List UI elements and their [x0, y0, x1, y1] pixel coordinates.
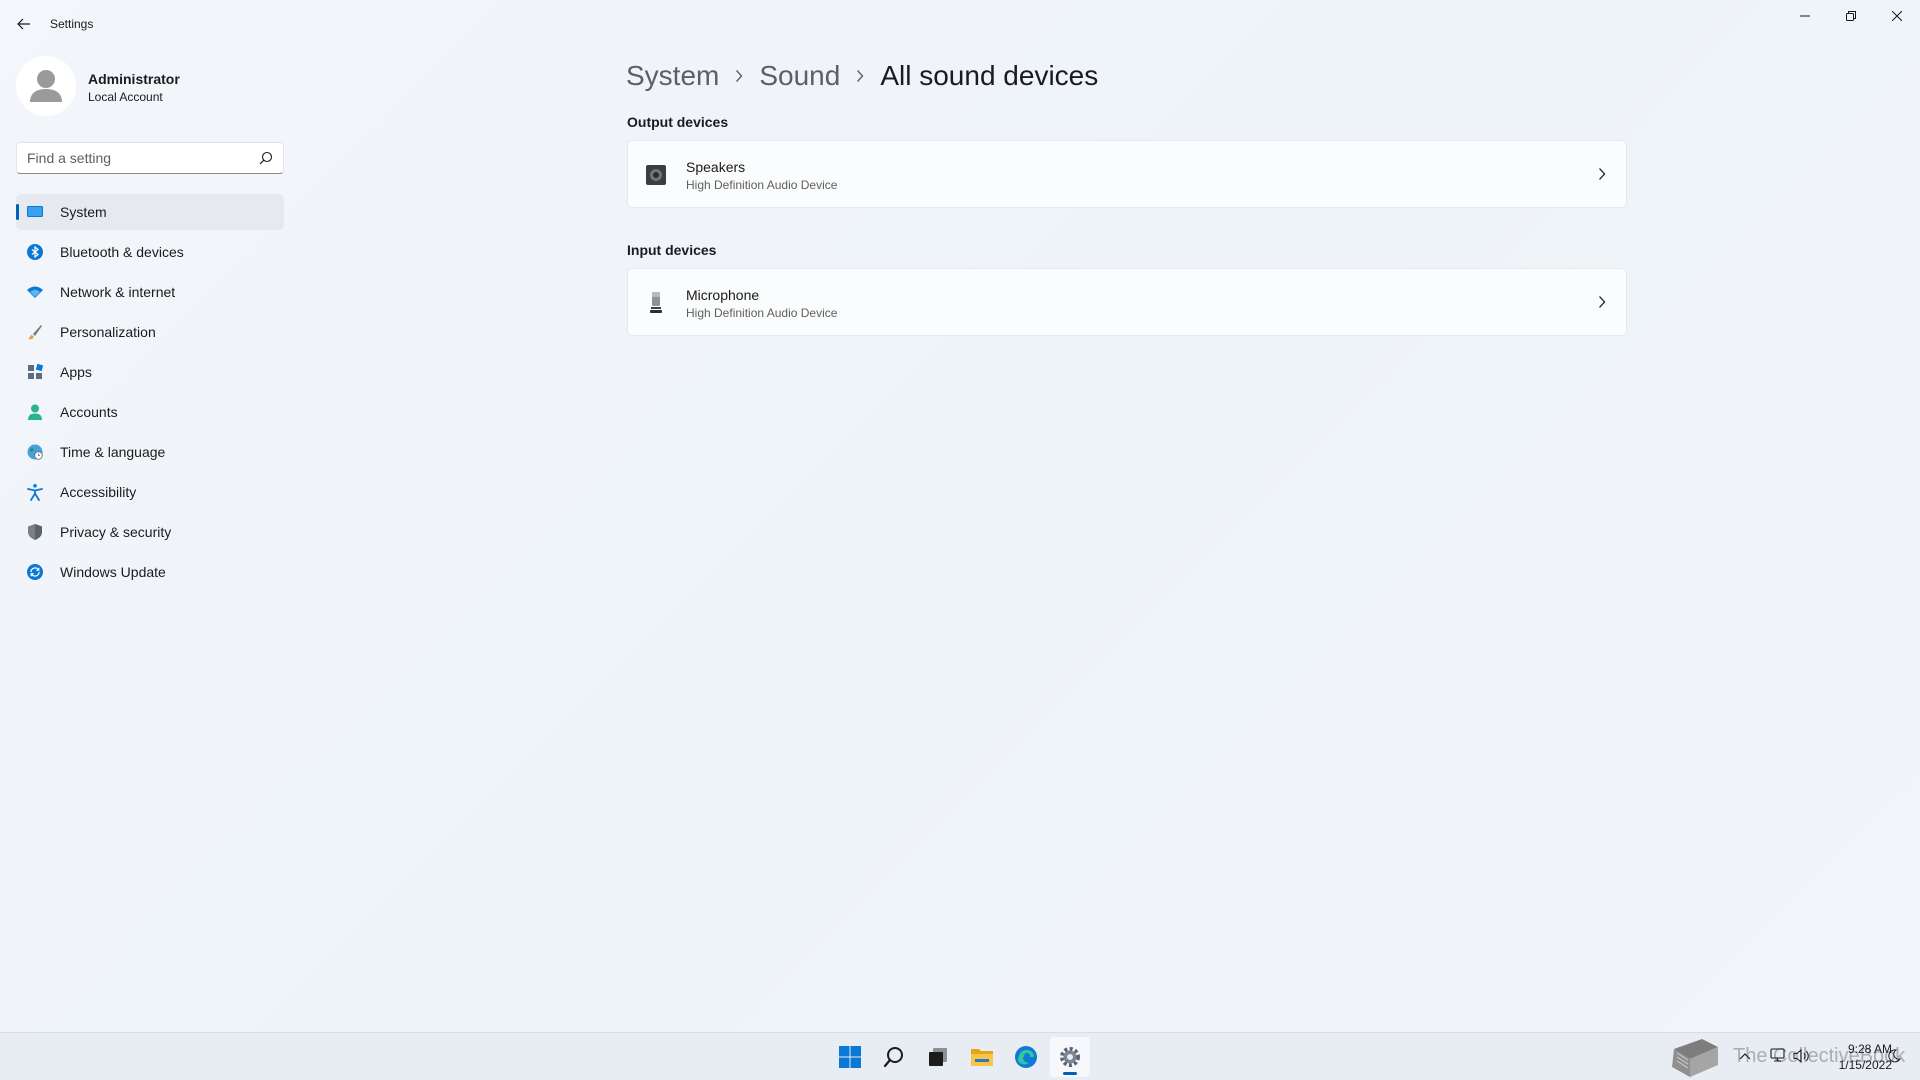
- edge-icon: [1015, 1046, 1037, 1068]
- task-view-button[interactable]: [918, 1037, 958, 1077]
- brush-icon: [28, 325, 42, 340]
- notifications-button[interactable]: [1884, 1046, 1904, 1066]
- minimize-button[interactable]: [1782, 0, 1828, 32]
- app-title: Settings: [50, 17, 94, 31]
- sidebar-item-time-language[interactable]: Time & language: [16, 434, 284, 470]
- watermark-book-icon: [1672, 1039, 1718, 1077]
- file-explorer-button[interactable]: [962, 1037, 1002, 1077]
- taskbar: The CollectiveBook 9:28 AM 1/15/2022: [0, 1032, 1920, 1080]
- sidebar-item-accessibility[interactable]: Accessibility: [16, 474, 284, 510]
- bluetooth-icon: [27, 244, 43, 260]
- device-description: High Definition Audio Device: [686, 178, 838, 192]
- search-input[interactable]: [27, 143, 247, 173]
- volume-tray-button[interactable]: [1792, 1046, 1812, 1066]
- search-icon[interactable]: [259, 151, 273, 165]
- close-button[interactable]: [1874, 0, 1920, 32]
- sidebar-item-label: Personalization: [60, 324, 156, 340]
- back-button[interactable]: [10, 10, 38, 38]
- profile-account-type: Local Account: [88, 90, 163, 104]
- sidebar-item-label: Windows Update: [60, 564, 166, 580]
- page-title: All sound devices: [880, 60, 1099, 91]
- profile-name: Administrator: [88, 71, 180, 87]
- input-devices-heading: Input devices: [627, 242, 717, 258]
- clock-date: 1/15/2022: [1838, 1058, 1892, 1072]
- moon-icon: [1888, 1049, 1901, 1063]
- breadcrumb-system[interactable]: System: [626, 60, 719, 92]
- sidebar-item-label: Privacy & security: [60, 524, 172, 540]
- sidebar-item-privacy[interactable]: Privacy & security: [16, 514, 284, 550]
- sidebar-item-label: Accounts: [60, 404, 118, 420]
- restore-icon: [1846, 11, 1856, 21]
- device-name: Speakers: [686, 159, 746, 175]
- microphone-icon: [650, 292, 662, 313]
- apps-icon: [28, 363, 44, 379]
- sidebar-item-windows-update[interactable]: Windows Update: [16, 554, 284, 590]
- search-icon: [883, 1047, 903, 1068]
- file-explorer-icon: [971, 1049, 993, 1066]
- person-icon: [28, 404, 42, 420]
- clock-time: 9:28 AM: [1847, 1042, 1892, 1056]
- chevron-up-icon: [1739, 1053, 1751, 1060]
- network-tray-button[interactable]: [1768, 1046, 1788, 1066]
- settings-taskbar-button[interactable]: [1050, 1037, 1090, 1077]
- show-hidden-icons-button[interactable]: [1735, 1046, 1755, 1066]
- chevron-right-icon: [856, 69, 864, 83]
- device-name: Microphone: [686, 287, 760, 303]
- breadcrumb-sound[interactable]: Sound: [759, 60, 840, 92]
- avatar: [16, 56, 76, 116]
- search-box[interactable]: [16, 142, 284, 174]
- output-devices-heading: Output devices: [627, 114, 729, 130]
- taskbar-search-button[interactable]: [874, 1037, 914, 1077]
- globe-clock-icon: [27, 444, 43, 460]
- minimize-icon: [1800, 15, 1810, 17]
- chevron-right-icon: [1599, 296, 1606, 308]
- input-device-microphone[interactable]: Microphone High Definition Audio Device: [627, 268, 1627, 336]
- restore-button[interactable]: [1828, 0, 1874, 32]
- breadcrumb: System Sound All sound devices: [626, 56, 1098, 96]
- shield-icon: [28, 524, 42, 540]
- active-app-indicator: [1063, 1072, 1077, 1075]
- sidebar-item-label: Time & language: [60, 444, 166, 460]
- start-icon: [839, 1046, 861, 1068]
- chevron-right-icon: [735, 69, 743, 83]
- sidebar-item-bluetooth[interactable]: Bluetooth & devices: [16, 234, 284, 270]
- user-profile[interactable]: Administrator Local Account: [16, 56, 286, 116]
- sidebar-item-label: System: [60, 204, 107, 220]
- monitor-icon: [27, 206, 43, 217]
- start-button[interactable]: [830, 1037, 870, 1077]
- title-bar: Settings: [0, 0, 1920, 48]
- sidebar-item-label: Network & internet: [60, 284, 176, 300]
- close-icon: [1892, 11, 1902, 21]
- sidebar-item-accounts[interactable]: Accounts: [16, 394, 284, 430]
- device-description: High Definition Audio Device: [686, 306, 838, 320]
- sidebar-item-label: Accessibility: [60, 484, 137, 500]
- sidebar-item-personalization[interactable]: Personalization: [16, 314, 284, 350]
- update-icon: [27, 564, 43, 580]
- chevron-right-icon: [1599, 168, 1606, 180]
- task-view-icon: [929, 1048, 947, 1066]
- wifi-icon: [27, 286, 43, 298]
- accessibility-icon: [27, 484, 43, 501]
- sidebar-item-system[interactable]: System: [16, 194, 284, 230]
- avatar-person-icon: [30, 70, 62, 102]
- sidebar-item-apps[interactable]: Apps: [16, 354, 284, 390]
- settings-window: Settings Administrator Local Account Fin…: [0, 0, 1920, 1032]
- edge-button[interactable]: [1006, 1037, 1046, 1077]
- taskbar-clock[interactable]: 9:28 AM 1/15/2022: [1812, 1041, 1892, 1073]
- sidebar-item-label: Apps: [60, 364, 92, 380]
- network-icon: [1770, 1048, 1785, 1062]
- output-device-speakers[interactable]: Speakers High Definition Audio Device: [627, 140, 1627, 208]
- arrow-left-icon: [17, 18, 30, 30]
- sidebar-item-network[interactable]: Network & internet: [16, 274, 284, 310]
- sidebar-nav: System Bluetooth & devices Network & int…: [16, 194, 284, 594]
- speaker-icon: [646, 165, 666, 185]
- settings-icon: [1060, 1047, 1080, 1067]
- sidebar-item-label: Bluetooth & devices: [60, 244, 184, 260]
- volume-icon: [1793, 1048, 1809, 1064]
